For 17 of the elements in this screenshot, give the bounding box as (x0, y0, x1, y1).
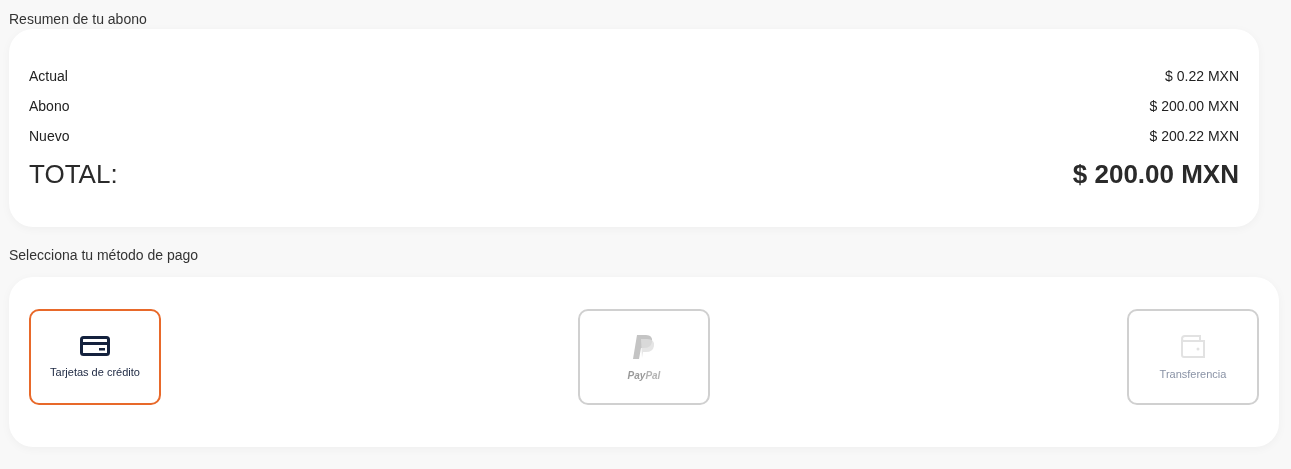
credit-card-icon (80, 336, 110, 356)
section-title: Resumen de tu abono (8, 10, 148, 29)
paypal-logo-text: PayPal (627, 369, 661, 381)
payment-method-option[interactable]: Transferencia (1127, 309, 1259, 405)
row-label: Nuevo (29, 128, 70, 144)
row-amount: $ 200.00 MXN (1149, 98, 1239, 114)
wallet-icon (1179, 334, 1207, 358)
row-label: Abono (29, 98, 70, 114)
paypal-logo-icon (633, 333, 655, 360)
row-amount: $ 200.22 MXN (1149, 128, 1239, 144)
payment-method-option[interactable]: PayPal (578, 309, 710, 405)
payment-method-option[interactable]: Tarjetas de crédito (29, 309, 161, 405)
row-label: Actual (29, 68, 68, 84)
total-label: TOTAL: (29, 158, 118, 190)
total-amount: $ 200.00 MXN (1072, 158, 1239, 190)
row-amount: $ 0.22 MXN (1165, 68, 1239, 84)
section-title: Selecciona tu método de pago (8, 246, 200, 265)
